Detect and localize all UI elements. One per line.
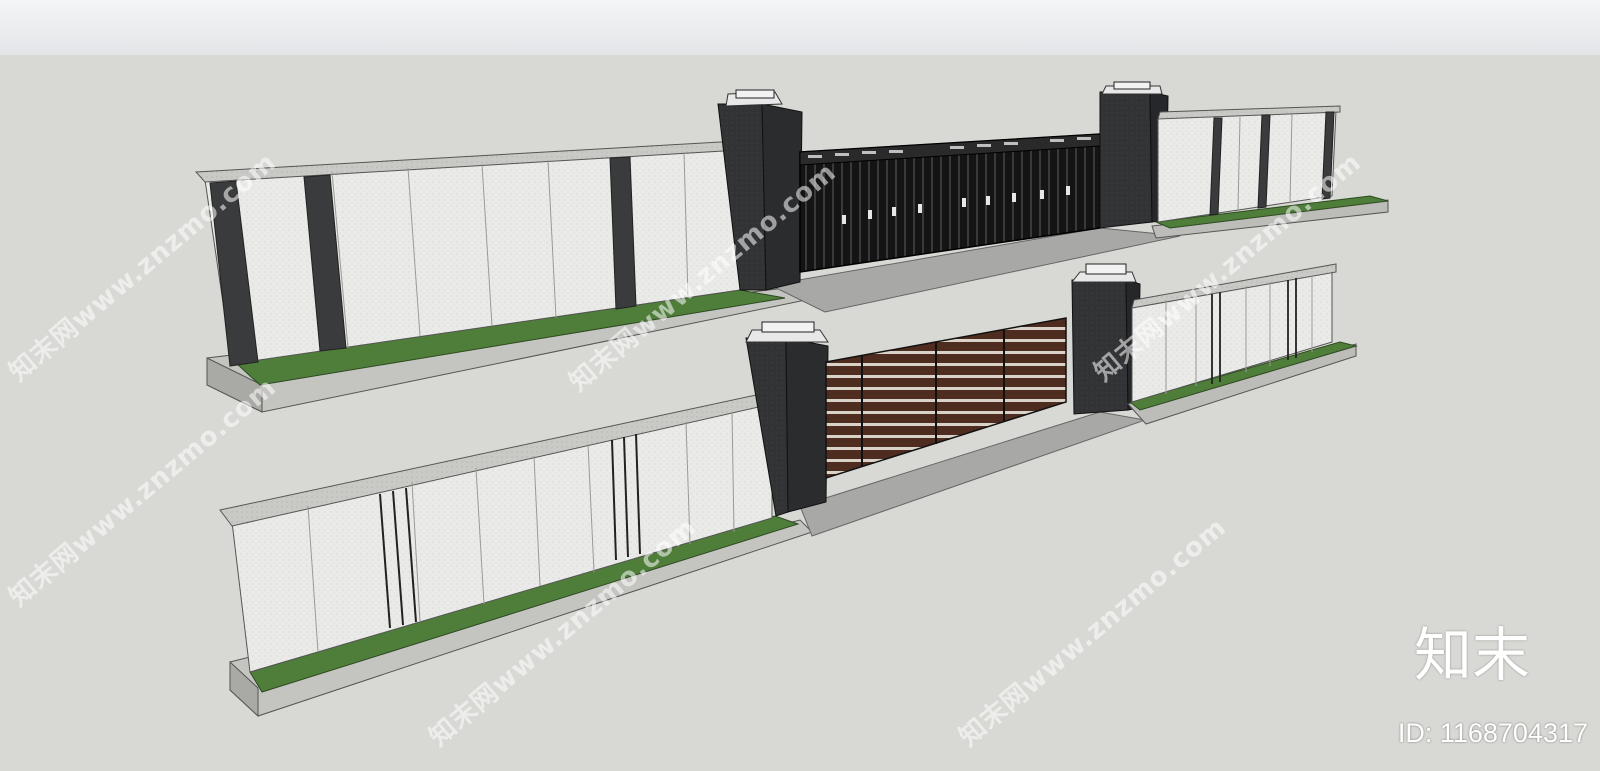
bottom-pillar-right-front <box>1071 279 1129 415</box>
top-pillar-right-lamp <box>1113 81 1151 90</box>
fence-model-render <box>194 81 1389 718</box>
top-pillar-left-side <box>761 103 803 291</box>
brand-logo-text: 知末 <box>1413 621 1530 689</box>
top-pillar-left-lamp <box>735 89 775 99</box>
top-pillar-right-front <box>1099 91 1153 229</box>
bottom-pillar-left-lamp <box>761 321 815 333</box>
bottom-pillar-left-side <box>785 337 829 513</box>
bottom-pillar-right-lamp <box>1085 263 1127 275</box>
image-id-label: ID: 1168704317 <box>1397 718 1588 748</box>
